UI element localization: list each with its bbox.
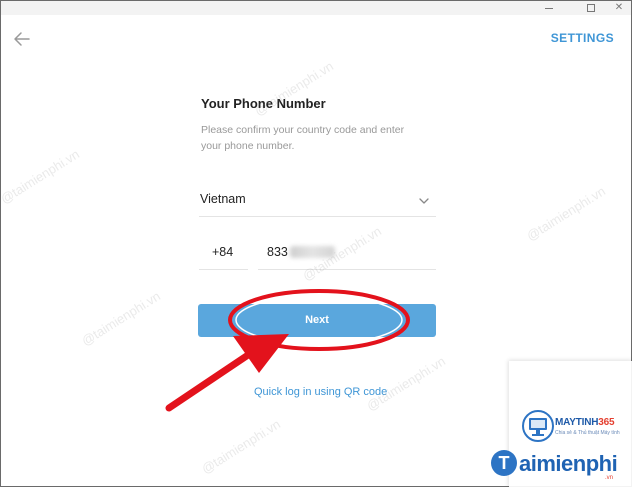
maximize-button[interactable]	[576, 1, 606, 15]
watermark-text: @taimienphi.vn	[363, 353, 448, 414]
country-select[interactable]: Vietnam	[199, 187, 436, 217]
instructions-text: Please confirm your country code and ent…	[201, 124, 405, 152]
maytinh-tagline: Chia sẻ & Thủ thuật Máy tính	[555, 430, 620, 436]
redacted-digits	[290, 246, 335, 258]
phone-number-value: 833	[267, 245, 288, 259]
minimize-icon	[545, 7, 553, 9]
country-code-value: +84	[212, 245, 234, 259]
minimize-button[interactable]	[534, 1, 564, 15]
maximize-icon	[587, 4, 595, 12]
taimienphi-brand: aimienphi	[519, 451, 618, 476]
watermark-text: @taimienphi.vn	[198, 416, 283, 477]
close-icon: ✕	[614, 2, 624, 13]
maytinh-brand: MAYTINH365	[555, 417, 615, 428]
maytinh-logo-icon	[522, 410, 554, 442]
next-button-label: Next	[305, 314, 329, 326]
country-name: Vietnam	[200, 192, 246, 206]
back-button[interactable]	[12, 30, 32, 48]
phone-number-input[interactable]: 833	[258, 238, 436, 270]
watermark-text: @taimienphi.vn	[0, 146, 82, 207]
qr-login-link[interactable]: Quick log in using QR code	[254, 386, 387, 398]
next-button[interactable]: Next	[198, 304, 436, 337]
country-code-input[interactable]: +84	[199, 238, 248, 270]
chevron-down-icon	[419, 198, 429, 204]
brand-watermark: MAYTINH365 Chia sẻ & Thủ thuật Máy tính …	[491, 361, 632, 487]
taimienphi-tld: .vn	[605, 475, 614, 481]
settings-link[interactable]: SETTINGS	[551, 31, 614, 45]
annotation-arrow-shaft	[165, 349, 255, 412]
title-bar: ✕	[1, 1, 631, 15]
page-title: Your Phone Number	[201, 96, 326, 111]
watermark-text: @taimienphi.vn	[523, 183, 608, 244]
arrow-left-icon	[14, 32, 30, 46]
taimienphi-logo-icon: T	[491, 450, 517, 476]
close-button[interactable]: ✕	[604, 1, 632, 15]
annotation-arrow-head	[233, 334, 289, 373]
telegram-login-window: ✕ SETTINGS Your Phone Number Please conf…	[0, 0, 632, 487]
watermark-text: @taimienphi.vn	[78, 288, 163, 349]
